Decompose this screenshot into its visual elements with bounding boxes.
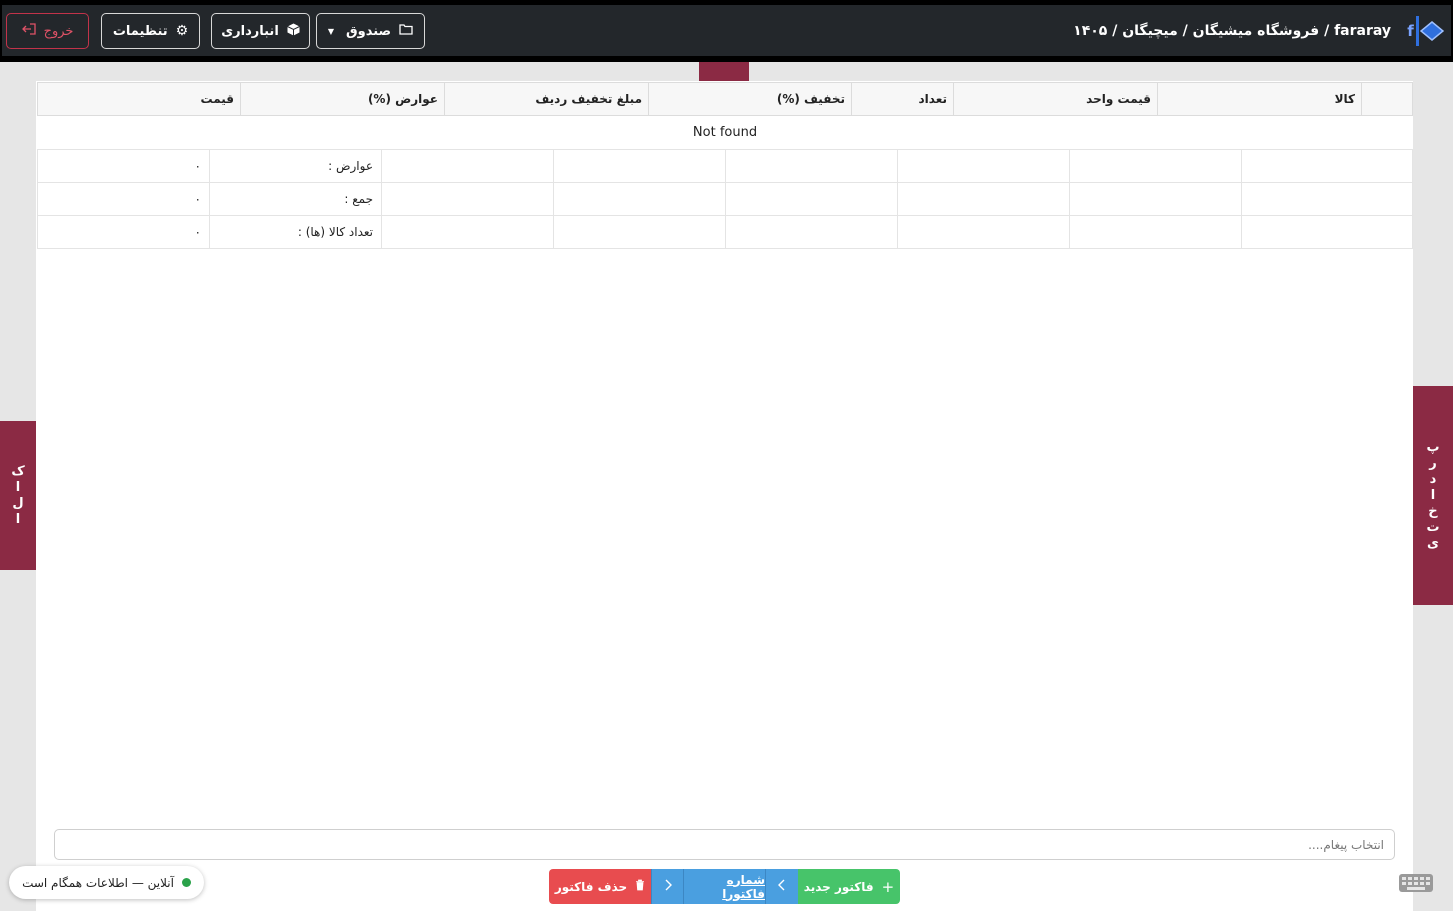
column-header-item[interactable]: کالا (1157, 82, 1362, 116)
summary-value: ۰ (37, 215, 210, 249)
column-header-tax[interactable]: عوارض (%) (240, 82, 445, 116)
top-bar: f fararay / فروشگاه میشیگان / میچیگان / … (0, 0, 1453, 62)
column-header-unit-price[interactable]: قیمت واحد (953, 82, 1158, 116)
gear-icon: ⚙ (175, 23, 189, 39)
previous-invoice-button[interactable] (766, 869, 798, 904)
column-header-quantity[interactable]: تعداد (851, 82, 954, 116)
next-invoice-button[interactable] (651, 869, 683, 904)
invoice-actions: حذف فاکتور شماره فاکتورا + فاکتور جدید (549, 869, 900, 904)
summary-row-total: ۰ جمع : (37, 182, 1413, 216)
keyboard-icon[interactable] (1399, 874, 1433, 892)
sign-out-icon (21, 23, 36, 39)
plus-icon: + (881, 877, 895, 896)
side-tab-goods-label: ک ا ل ا (11, 463, 25, 527)
summary-row-tax: ۰ عوارض : (37, 149, 1413, 183)
not-found-text: Not found (37, 115, 1413, 150)
side-tab-goods[interactable]: ک ا ل ا (0, 421, 36, 570)
column-header-row-number (1361, 82, 1413, 116)
summary-table: ۰ عوارض : ۰ جمع : ۰ تعداد کالا (ها) : (37, 149, 1413, 249)
column-header-price[interactable]: قیمت (37, 82, 241, 116)
summary-label: تعداد کالا (ها) : (209, 215, 382, 249)
brand-letter: f (1405, 16, 1419, 46)
exit-label: خروج (43, 23, 74, 39)
column-header-discount[interactable]: تخفیف (%) (648, 82, 852, 116)
column-header-row-discount[interactable]: مبلغ تخفیف ردیف (444, 82, 649, 116)
side-tab-payment-label: پ ر د ا خ ت ی (1426, 439, 1440, 551)
invoice-panel: قیمت عوارض (%) مبلغ تخفیف ردیف تخفیف (%)… (36, 81, 1413, 911)
side-tab-payment[interactable]: پ ر د ا خ ت ی (1413, 386, 1453, 605)
invoice-number-label: شماره فاکتورا (722, 872, 765, 901)
new-invoice-label: فاکتور جدید (803, 879, 874, 894)
summary-value: ۰ (37, 182, 210, 216)
settings-label: تنظیمات (112, 23, 168, 39)
top-bar-inner: f fararay / فروشگاه میشیگان / میچیگان / … (2, 5, 1451, 56)
summary-value: ۰ (37, 149, 210, 183)
status-text: آنلاین — اطلاعات همگام است (22, 875, 174, 890)
trash-icon (635, 879, 645, 894)
table-header-row: قیمت عوارض (%) مبلغ تخفیف ردیف تخفیف (%)… (37, 82, 1413, 116)
empty-row: Not found (37, 115, 1413, 150)
summary-row-count: ۰ تعداد کالا (ها) : (37, 215, 1413, 249)
diamond-logo-icon[interactable] (1419, 18, 1445, 44)
warehouse-button[interactable]: انبارداری (211, 13, 310, 49)
summary-label: جمع : (209, 182, 382, 216)
items-table: قیمت عوارض (%) مبلغ تخفیف ردیف تخفیف (%)… (37, 82, 1413, 150)
cash-label: صندوق (346, 23, 392, 39)
folder-icon (399, 23, 413, 39)
invoice-number-button[interactable]: شماره فاکتورا (683, 869, 766, 904)
delete-invoice-label: حذف فاکتور (554, 879, 628, 894)
settings-button[interactable]: ⚙ تنظیمات (101, 13, 200, 49)
warehouse-label: انبارداری (221, 23, 279, 39)
brand: f fararay / فروشگاه میشیگان / میچیگان / … (1073, 15, 1445, 47)
top-pull-tab[interactable] (699, 62, 749, 81)
caret-down-icon: ▼ (327, 26, 335, 36)
exit-button[interactable]: خروج (6, 13, 89, 49)
breadcrumb: fararay / فروشگاه میشیگان / میچیگان / ۱۴… (1073, 23, 1391, 39)
summary-label: عوارض : (209, 149, 382, 183)
online-dot-icon (181, 878, 191, 887)
message-input[interactable] (54, 829, 1395, 860)
new-invoice-button[interactable]: + فاکتور جدید (798, 869, 900, 904)
cash-dropdown-button[interactable]: صندوق ▼ (316, 13, 425, 49)
box-icon (287, 23, 300, 40)
chevron-right-icon (664, 879, 672, 894)
chevron-left-icon (778, 879, 786, 894)
connection-status: آنلاین — اطلاعات همگام است (9, 866, 204, 899)
delete-invoice-button[interactable]: حذف فاکتور (549, 869, 651, 904)
